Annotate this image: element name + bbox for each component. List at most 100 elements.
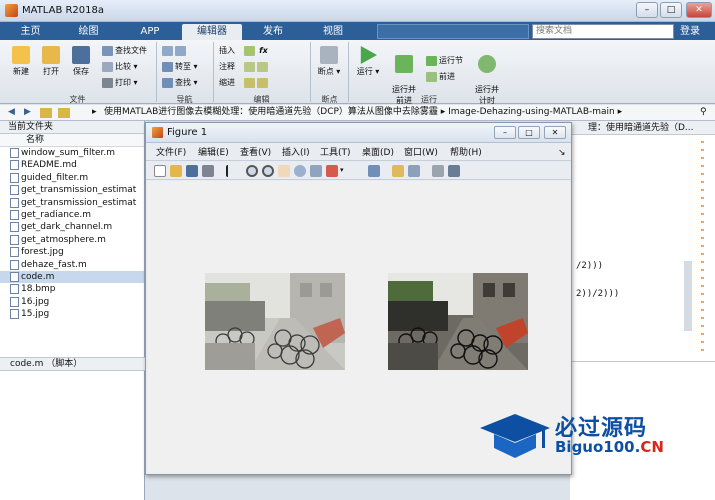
colorbar-icon[interactable] <box>392 165 404 177</box>
save-button[interactable]: 保存 <box>68 46 94 77</box>
link-plot-icon[interactable] <box>368 165 380 177</box>
file-item[interactable]: get_dark_channel.m <box>0 221 144 233</box>
tab-publish[interactable]: 发布 <box>248 24 298 40</box>
brush-dropdown-icon[interactable]: ▾ <box>340 166 346 178</box>
file-item[interactable]: README.md <box>0 159 144 171</box>
goto-icon <box>162 61 173 72</box>
goto-button[interactable]: 转至 ▾ <box>162 60 198 73</box>
file-item[interactable]: guided_filter.m <box>0 172 144 184</box>
menu-edit[interactable]: 编辑(E) <box>198 145 229 161</box>
folder-up-icon[interactable] <box>40 108 52 118</box>
pan-icon[interactable] <box>278 165 290 177</box>
nav-back-icon[interactable]: ◀ <box>8 105 15 120</box>
figure-icon <box>152 127 163 138</box>
run-section-button[interactable]: 运行节 <box>426 54 463 67</box>
minimize-button[interactable]: – <box>636 2 658 18</box>
menu-tools[interactable]: 工具(T) <box>320 145 351 161</box>
file-item[interactable]: 18.bmp <box>0 283 144 295</box>
menu-window[interactable]: 窗口(W) <box>404 145 438 161</box>
tab-home[interactable]: 主页 <box>8 24 53 40</box>
details-bar[interactable]: code.m （脚本） <box>0 357 145 371</box>
back-arrow-icon <box>162 45 173 56</box>
menu-help[interactable]: 帮助(H) <box>450 145 482 161</box>
save-label: 保存 <box>73 67 89 76</box>
data-cursor-icon[interactable] <box>310 165 322 177</box>
search-documentation-input[interactable]: 搜索文档 <box>532 24 674 39</box>
file-item[interactable]: 16.jpg <box>0 296 144 308</box>
indent-label: 缩进 <box>219 78 235 87</box>
tab-view[interactable]: 视图 <box>308 24 358 40</box>
compare-icon <box>102 61 113 72</box>
file-item[interactable]: forest.jpg <box>0 246 144 258</box>
zoom-in-icon[interactable] <box>246 165 258 177</box>
file-item[interactable]: code.m <box>0 270 144 284</box>
pointer-icon[interactable] <box>226 165 234 177</box>
editor-title[interactable]: 理：使用暗通道先验（D... <box>570 121 715 135</box>
print-figure-icon[interactable] <box>202 165 214 177</box>
rotate-3d-icon[interactable] <box>294 165 306 177</box>
file-item[interactable]: 15.jpg <box>0 308 144 320</box>
print-button[interactable]: 打印 ▾ <box>102 76 138 89</box>
run-button[interactable]: 运行 ▾ <box>354 46 382 77</box>
legend-icon[interactable] <box>408 165 420 177</box>
search-folder-icon[interactable]: ⚲ <box>700 105 707 120</box>
run-time-icon <box>478 55 496 73</box>
editor-scrollbar[interactable] <box>684 261 692 331</box>
quick-access-toolbar[interactable] <box>377 24 529 39</box>
tab-editor[interactable]: 编辑器 <box>182 24 242 40</box>
back-forward-buttons[interactable] <box>162 44 188 57</box>
comment-button[interactable]: 注释 <box>219 60 270 73</box>
file-name: get_radiance.m <box>21 209 92 220</box>
login-button[interactable]: 登录 <box>680 24 700 39</box>
dock-arrow-icon[interactable]: ↘ <box>558 145 566 161</box>
breakpoints-button[interactable]: 断点 ▾ <box>314 46 344 77</box>
menu-file[interactable]: 文件(F) <box>156 145 186 161</box>
show-plot-tools-icon[interactable] <box>448 165 460 177</box>
new-button[interactable]: 新建 <box>8 46 34 77</box>
code-line[interactable]: /2))) <box>576 261 603 271</box>
advance-icon <box>426 71 437 82</box>
open-button[interactable]: 打开 <box>38 46 64 77</box>
nav-forward-icon[interactable]: ▶ <box>24 105 31 120</box>
brush-icon[interactable] <box>326 165 338 177</box>
file-icon <box>10 284 19 295</box>
file-item[interactable]: get_transmission_estimat <box>0 184 144 196</box>
warning-markers <box>701 141 704 351</box>
hide-plot-tools-icon[interactable] <box>432 165 444 177</box>
close-button[interactable]: ✕ <box>686 2 712 18</box>
compare-button[interactable]: 比较 ▾ <box>102 60 138 73</box>
find-button[interactable]: 查找 ▾ <box>162 76 198 89</box>
save-figure-icon[interactable] <box>186 165 198 177</box>
zoom-out-icon[interactable] <box>262 165 274 177</box>
file-item[interactable]: dehaze_fast.m <box>0 259 144 271</box>
file-name: README.md <box>21 160 77 171</box>
breakpoints-label: 断点 <box>317 67 334 76</box>
watermark-url: Biguo100.CN <box>555 438 664 456</box>
find-files-button[interactable]: 查找文件 <box>102 44 147 57</box>
current-folder-path[interactable]: 使用MATLAB进行图像去模糊处理：使用暗通道先验（DCP）算法从图像中去除雾霾… <box>104 105 622 120</box>
browse-folder-icon[interactable] <box>58 108 70 118</box>
menu-desktop[interactable]: 桌面(D) <box>362 145 394 161</box>
file-item[interactable]: get_atmosphere.m <box>0 234 144 246</box>
open-file-icon[interactable] <box>170 165 182 177</box>
figure-minimize-button[interactable]: – <box>494 126 516 139</box>
menu-view[interactable]: 查看(V) <box>240 145 271 161</box>
edit-group-label: 编辑 <box>253 95 270 104</box>
tab-plots[interactable]: 绘图 <box>66 24 111 40</box>
tab-apps[interactable]: APP <box>125 24 175 40</box>
figure-maximize-button[interactable]: □ <box>518 126 540 139</box>
name-column-header[interactable]: 名称 <box>0 134 144 147</box>
new-figure-icon[interactable] <box>154 165 166 177</box>
maximize-button[interactable]: □ <box>660 2 682 18</box>
file-item[interactable]: window_sum_filter.m <box>0 147 144 159</box>
indent-button[interactable]: 缩进 <box>219 76 270 89</box>
code-line[interactable]: 2))/2))) <box>576 289 619 299</box>
insert-button[interactable]: 插入 fx <box>219 44 268 57</box>
file-icon <box>10 197 19 208</box>
menu-insert[interactable]: 插入(I) <box>282 145 310 161</box>
address-bar[interactable]: ◀ ▶ ▸ 使用MATLAB进行图像去模糊处理：使用暗通道先验（DCP）算法从图… <box>0 105 715 121</box>
advance-button[interactable]: 前进 <box>426 70 455 83</box>
file-item[interactable]: get_transmission_estimat <box>0 197 144 209</box>
figure-close-button[interactable]: ✕ <box>544 126 566 139</box>
file-item[interactable]: get_radiance.m <box>0 209 144 221</box>
